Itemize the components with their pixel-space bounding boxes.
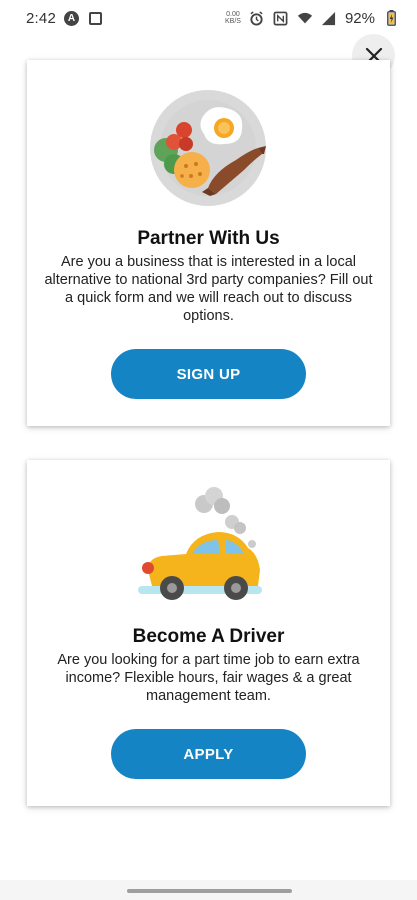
driver-title: Become A Driver (132, 626, 285, 647)
nfc-icon (273, 10, 289, 26)
alarm-icon (249, 10, 265, 26)
partner-title: Partner With Us (137, 228, 280, 249)
battery-charging-icon (383, 10, 399, 26)
wifi-icon (297, 10, 313, 26)
partner-card: Partner With Us Are you a business that … (27, 60, 390, 426)
image-icon (87, 10, 103, 26)
breakfast-plate-illustration (149, 90, 266, 206)
status-bar-left: 2:42 A (26, 10, 103, 27)
data-speed-icon: 0.00 KB/S (224, 11, 241, 25)
home-indicator[interactable] (127, 889, 292, 893)
driver-description: Are you looking for a part time job to e… (57, 652, 360, 704)
battery-percent: 92% (344, 9, 375, 27)
partner-description: Are you a business that is interested in… (44, 254, 373, 324)
apply-button[interactable]: APPLY (111, 729, 306, 779)
signal-icon (321, 10, 337, 26)
status-time: 2:42 (26, 9, 56, 27)
app-a-icon: A (64, 10, 79, 26)
status-bar: 2:42 A 0.00 KB/S 92% (0, 0, 417, 36)
sign-up-button[interactable]: SIGN UP (111, 349, 306, 399)
status-bar-right: 0.00 KB/S 92% (225, 10, 399, 27)
driver-card: Become A Driver Are you looking for a pa… (27, 460, 390, 806)
car-illustration (137, 487, 262, 600)
